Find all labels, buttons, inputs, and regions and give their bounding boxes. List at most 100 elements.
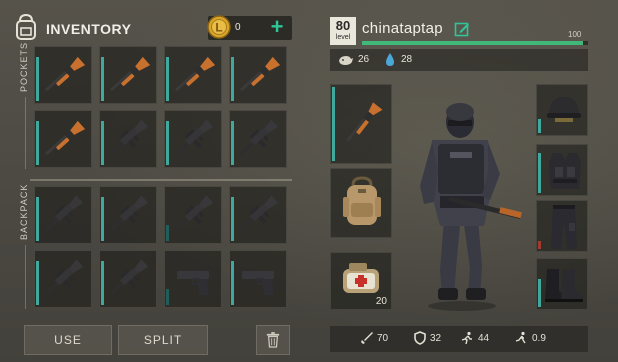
assault-rifle-icon [239,195,279,232]
defense-value: 32 [430,333,442,344]
durability-bar [166,57,169,101]
coin-count: 0 [235,22,241,33]
helmet-icon [547,97,581,122]
backpack-slot[interactable] [164,250,222,308]
durability-bar [101,197,104,241]
assault-rifle-icon [109,259,149,296]
water-icon [386,53,394,66]
stealth-value: 0.9 [532,333,546,344]
section-divider [30,179,292,181]
player-level-label: level [335,34,351,41]
backpack-slot[interactable] [330,168,392,238]
assault-rifle-icon [174,119,214,156]
durability-bar [101,57,104,101]
boots-icon [545,269,583,302]
medkit-slot[interactable]: 20 [330,252,392,310]
water-value: 28 [401,54,413,65]
durability-bar [101,261,104,305]
shotgun-icon [346,102,383,142]
food-value: 26 [358,54,370,65]
pants-durability-bar [538,241,541,249]
assault-rifle-icon [109,119,149,156]
medkit-count: 20 [375,296,387,307]
backpack-slot[interactable] [229,250,287,308]
backpack-divider-line [25,245,26,309]
pocket-slot[interactable] [34,46,92,104]
trash-button[interactable] [256,325,290,355]
helmet-slot[interactable] [536,84,588,136]
food-icon [339,56,353,65]
shotgun-icon [44,56,86,92]
pockets-label: POCKETS [19,41,29,92]
pocket-slot[interactable] [229,110,287,168]
shotgun-icon [44,120,86,156]
backpack-slot[interactable] [99,250,157,308]
game-screen: INVENTORY L 0 + POCKETS BACKPACK USE SPL… [0,0,618,362]
shotgun-icon [109,56,151,92]
pockets-divider-line [25,97,26,169]
backpack-slot[interactable] [34,186,92,244]
pistol-icon [242,271,274,295]
vest-slot[interactable] [536,144,588,196]
add-coins-button[interactable]: + [266,16,288,38]
backpack-slot[interactable] [34,250,92,308]
pocket-slot[interactable] [99,110,157,168]
backpack-slot[interactable] [99,186,157,244]
medkit-icon [343,263,379,293]
pocket-slot[interactable] [99,46,157,104]
stealth-icon [515,331,526,344]
survival-stats: 26 28 [330,49,588,71]
defense-icon [414,331,426,345]
durability-bar [36,197,39,241]
pocket-slot[interactable] [34,110,92,168]
assault-rifle-icon [174,195,214,232]
inventory-header: INVENTORY L 0 + [14,13,292,43]
pants-slot[interactable] [536,200,588,252]
backpack-slot[interactable] [164,186,222,244]
weapon-slot[interactable] [330,84,392,164]
assault-rifle-icon [109,195,149,232]
durability-bar [231,261,234,305]
pants-icon [551,205,577,249]
assault-rifle-icon [239,119,279,156]
speed-value: 44 [478,333,490,344]
durability-bar [231,121,234,165]
assault-rifle-icon [44,195,84,232]
durability-bar [166,121,169,165]
player-level-badge: 80 level [330,17,356,45]
tactical-vest-icon [549,153,581,189]
boots-durability-bar [538,279,541,307]
player-level: 80 [335,18,351,33]
pocket-slot[interactable] [164,46,222,104]
boots-slot[interactable] [536,258,588,310]
combat-stats: 70 32 44 0.9 [330,326,588,352]
edit-name-icon[interactable] [454,21,470,37]
xp-bar-fill [362,41,584,45]
xp-bar [362,41,588,45]
durability-bar [36,261,39,305]
assault-rifle-icon [44,259,84,296]
pistol-icon [177,271,209,295]
player-name: chinataptap [362,20,443,37]
pocket-slot[interactable] [229,46,287,104]
character-avatar [420,103,522,311]
helmet-durability-bar [538,119,541,133]
pocket-slot[interactable] [164,110,222,168]
xp-value: 100 [568,30,582,39]
weapon-durability-bar [332,87,335,161]
split-button[interactable]: SPLIT [118,325,208,355]
speed-icon [461,331,472,345]
vest-durability-bar [538,153,541,193]
backpack-slot[interactable] [229,186,287,244]
durability-bar [166,225,169,241]
durability-bar [166,289,169,305]
use-button[interactable]: USE [24,325,112,355]
coin-counter: L 0 + [207,15,292,40]
backpack-label: BACKPACK [19,183,29,240]
attack-icon [361,332,373,344]
backpack-item-icon [343,176,381,225]
shotgun-icon [174,56,216,92]
durability-bar [231,197,234,241]
durability-bar [101,121,104,165]
backpack-icon [16,13,36,40]
